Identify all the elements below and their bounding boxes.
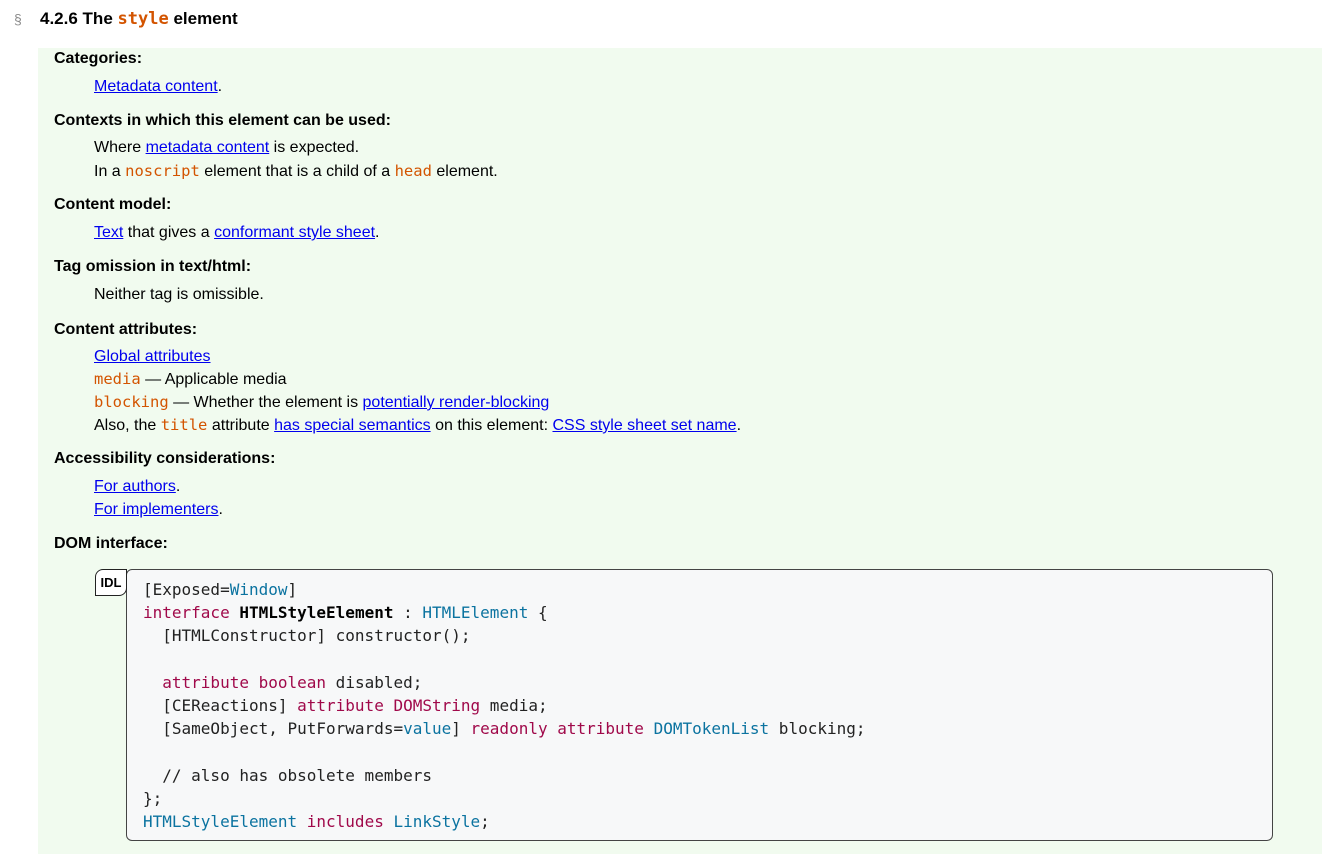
idl-parent-link[interactable]: HTMLElement (422, 603, 528, 622)
idl-colon: : (393, 603, 423, 623)
contexts-expected: is expected. (273, 139, 360, 156)
idl-value-link[interactable]: value (403, 719, 451, 738)
section-self-link[interactable]: § (14, 11, 22, 27)
idl-attribute-keyword: attribute (162, 672, 249, 692)
implementers-suffix: . (218, 501, 223, 518)
idl-linkstyle-link[interactable]: LinkStyle (393, 812, 480, 831)
accessibility-implementers: For implementers. (94, 498, 1314, 521)
idl-window-link[interactable]: Window (230, 580, 288, 599)
content-attributes-global: Global attributes (94, 345, 1314, 368)
idl-code: [Exposed=Window] interface HTMLStyleElem… (143, 578, 866, 833)
content-model-suffix: . (375, 224, 380, 241)
dom-interface-label: DOM interface: (54, 535, 168, 552)
title-word-element: element (173, 9, 238, 28)
idl-includes-keyword: includes (306, 812, 384, 832)
idl-code-block: IDL [Exposed=Window] interface HTMLStyle… (95, 569, 1273, 841)
authors-suffix: . (175, 478, 181, 495)
metadata-content-link-2[interactable]: metadata content (146, 139, 270, 156)
idl-semicolon: ; (480, 812, 490, 832)
idl-sameobject: [SameObject, PutForwards= (143, 719, 404, 739)
contexts-in-a: In a (94, 163, 121, 180)
for-authors-link[interactable]: For authors (94, 478, 176, 495)
element-definition-box: Categories: Metadata content. Contexts i… (38, 48, 1322, 854)
content-attributes-label: Content attributes: (54, 321, 198, 338)
idl-open-brace: { (528, 603, 548, 623)
idl-blocking-link[interactable]: blocking; (769, 719, 866, 738)
idl-interface-keyword: interface (143, 603, 230, 623)
has-special-semantics-link[interactable]: has special semantics (274, 417, 431, 434)
contexts-line-1: Where metadata content is expected. (94, 136, 1314, 159)
definition-list: Categories: Metadata content. Contexts i… (54, 48, 1314, 555)
css-style-sheet-set-name-link[interactable]: CSS style sheet set name (552, 417, 736, 434)
content-attributes-media: media — Applicable media (94, 368, 1314, 391)
accessibility-label: Accessibility considerations: (54, 450, 276, 467)
also-on-this-element: on this element: (435, 417, 549, 434)
idl-interface-name[interactable]: HTMLStyleElement (239, 603, 393, 622)
section-number: 4.2.6 (40, 9, 78, 28)
idl-exposed-close: ] (287, 580, 298, 599)
categories-suffix: . (217, 78, 223, 95)
metadata-content-link[interactable]: Metadata content (94, 78, 218, 95)
tag-omission-value: Neither tag is omissible. (94, 286, 264, 303)
tag-omission-label: Tag omission in text/html: (54, 258, 252, 275)
idl-tag: IDL (95, 569, 127, 596)
noscript-code-link[interactable]: noscript (125, 162, 200, 180)
idl-boolean-keyword: boolean (258, 672, 327, 692)
idl-constructor: [HTMLConstructor] constructor(); (143, 626, 471, 646)
also-prefix: Also, the (94, 417, 157, 434)
section-title: 4.2.6 The style element (40, 8, 238, 30)
idl-media-link[interactable]: media; (480, 696, 548, 715)
title-element-name[interactable]: style (118, 9, 169, 29)
title-word-the: The (82, 9, 113, 28)
contexts-line-2: In a noscript element that is a child of… (94, 160, 1314, 183)
idl-readonly-keyword: readonly (470, 719, 548, 739)
potentially-render-blocking-link[interactable]: potentially render-blocking (363, 394, 550, 411)
idl-cereactions: [CEReactions] (143, 696, 298, 716)
idl-domtokenlist-link[interactable]: DOMTokenList (654, 719, 770, 738)
for-implementers-link[interactable]: For implementers (94, 501, 218, 518)
idl-includes-left-link[interactable]: HTMLStyleElement (143, 812, 297, 831)
head-code-link[interactable]: head (395, 162, 432, 180)
content-attributes-blocking: blocking — Whether the element is potent… (94, 391, 1314, 414)
section-header: § 4.2.6 The style element (0, 8, 1342, 32)
contexts-label: Contexts in which this element can be us… (54, 112, 391, 129)
media-description: — Applicable media (145, 371, 287, 388)
content-model-middle: that gives a (127, 224, 210, 241)
also-suffix: . (736, 417, 742, 434)
idl-attribute-keyword-3: attribute (557, 719, 644, 739)
content-attributes-also: Also, the title attribute has special se… (94, 414, 1314, 437)
global-attributes-link[interactable]: Global attributes (94, 348, 211, 365)
idl-exposed-open: [Exposed= (143, 580, 230, 599)
title-attribute-link[interactable]: title (161, 416, 208, 434)
contexts-middle: element that is a child of a (204, 163, 391, 180)
conformant-style-sheet-link[interactable]: conformant style sheet (214, 224, 375, 241)
categories-value: Metadata content. (94, 75, 1314, 98)
idl-attribute-keyword-2: attribute (297, 696, 384, 716)
contexts-where: Where (94, 139, 142, 156)
blocking-description: — Whether the element is (173, 394, 359, 411)
idl-disabled-link[interactable]: disabled; (326, 673, 423, 692)
media-attribute-link[interactable]: media (94, 370, 141, 388)
blocking-attribute-link[interactable]: blocking (94, 393, 169, 411)
idl-close-brace: }; (143, 788, 163, 808)
spec-page: § 4.2.6 The style element Categories: Me… (0, 0, 1342, 865)
also-attribute-word: attribute (211, 417, 270, 434)
text-link[interactable]: Text (94, 224, 123, 241)
content-model-label: Content model: (54, 196, 172, 213)
content-model-value: Text that gives a conformant style sheet… (94, 221, 1314, 244)
idl-bracket-close: ] (451, 719, 471, 739)
idl-comment: // also has obsolete members (143, 765, 432, 785)
accessibility-authors: For authors. (94, 475, 1314, 498)
idl-domstring-keyword: DOMString (393, 696, 481, 716)
categories-label: Categories: (54, 50, 143, 67)
contexts-element: element. (436, 163, 498, 180)
